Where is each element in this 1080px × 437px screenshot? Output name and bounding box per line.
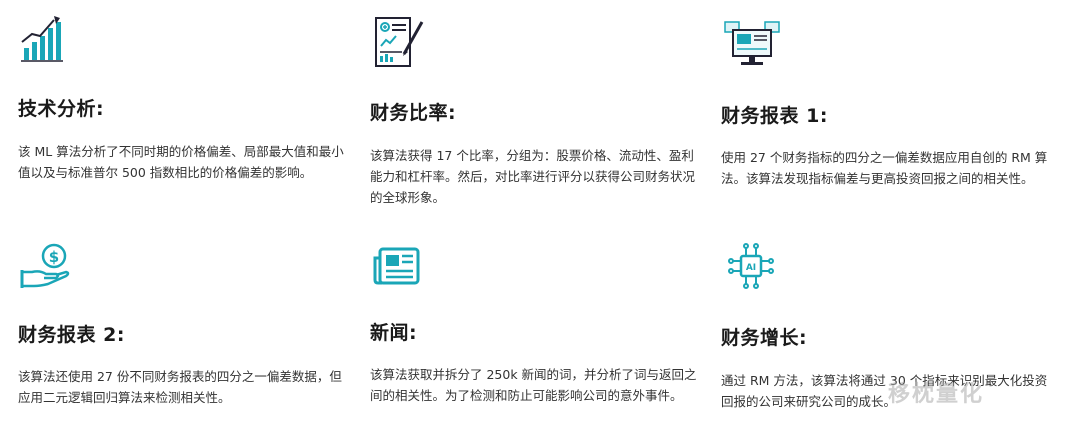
card-description: 该算法获取并拆分了 250k 新闻的词，并分析了词与返回之间的相关性。为了检测和… xyxy=(370,367,697,403)
card-financial-ratio: 财务比率: 该算法获得 17 个比率，分组为：股票价格、流动性、盈利能力和杠杆率… xyxy=(370,0,710,220)
card-technical-analysis: 技术分析: 该 ML 算法分析了不同时期的价格偏差、局部最大值和最小值以及与标准… xyxy=(18,0,358,220)
watermark: 移枕量化 xyxy=(888,382,985,407)
newspaper-icon xyxy=(373,247,420,285)
card-description: 该 ML 算法分析了不同时期的价格偏差、局部最大值和最小值以及与标准普尔 500… xyxy=(18,144,344,180)
ai-chip-icon: AI xyxy=(728,243,774,289)
card-title: 新闻: xyxy=(370,322,418,344)
card-title: 技术分析: xyxy=(18,98,105,120)
money-hand-icon: $ xyxy=(20,243,70,288)
card-title: 财务报表 1: xyxy=(721,105,828,127)
card-financial-statement-1: 财务报表 1: 使用 27 个财务指标的四分之一偏差数据应用自创的 RM 算法。… xyxy=(721,0,1061,220)
card-description: 该算法还使用 27 份不同财务报表的四分之一偏差数据，但应用二元逻辑回归算法来检… xyxy=(18,369,342,405)
card-description: 使用 27 个财务指标的四分之一偏差数据应用自创的 RM 算法。该算法发现指标偏… xyxy=(721,150,1048,186)
card-title: 财务比率: xyxy=(370,102,457,124)
card-financial-statement-2: $ 财务报表 2: 该算法还使用 27 份不同财务报表的四分之一偏差数据，但应用… xyxy=(18,230,358,430)
svg-text:$: $ xyxy=(49,248,59,266)
card-description: 该算法获得 17 个比率，分组为：股票价格、流动性、盈利能力和杠杆率。然后，对比… xyxy=(370,148,696,205)
card-title: 财务增长: xyxy=(721,327,808,349)
monitor-dashboard-icon xyxy=(724,21,780,65)
card-description: 通过 RM 方法，该算法将通过 30 个指标来识别最大化投资回报的公司来研究公司… xyxy=(721,373,1048,409)
card-news: 新闻: 该算法获取并拆分了 250k 新闻的词，并分析了词与返回之间的相关性。为… xyxy=(370,230,710,430)
card-title: 财务报表 2: xyxy=(18,324,125,346)
growth-chart-icon xyxy=(21,16,63,62)
report-document-icon xyxy=(375,17,424,67)
svg-text:AI: AI xyxy=(746,263,756,273)
